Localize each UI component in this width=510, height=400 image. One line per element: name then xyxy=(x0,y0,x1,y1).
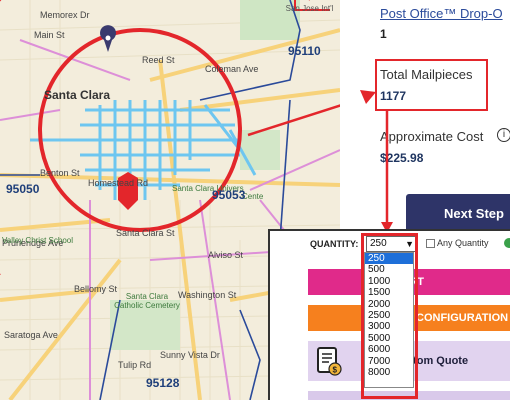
configuration-label: CONFIGURATION xyxy=(416,312,509,324)
any-quantity-label: Any Quantity xyxy=(437,238,489,248)
arrow-head-right xyxy=(360,90,376,104)
svg-text:$: $ xyxy=(333,366,338,375)
quantity-label: QUANTITY: xyxy=(310,239,359,249)
dropdown-highlight-box xyxy=(361,233,418,399)
any-quantity-checkbox[interactable] xyxy=(426,239,435,248)
quote-document-icon: $ xyxy=(317,347,342,376)
help-icon[interactable] xyxy=(504,238,510,248)
